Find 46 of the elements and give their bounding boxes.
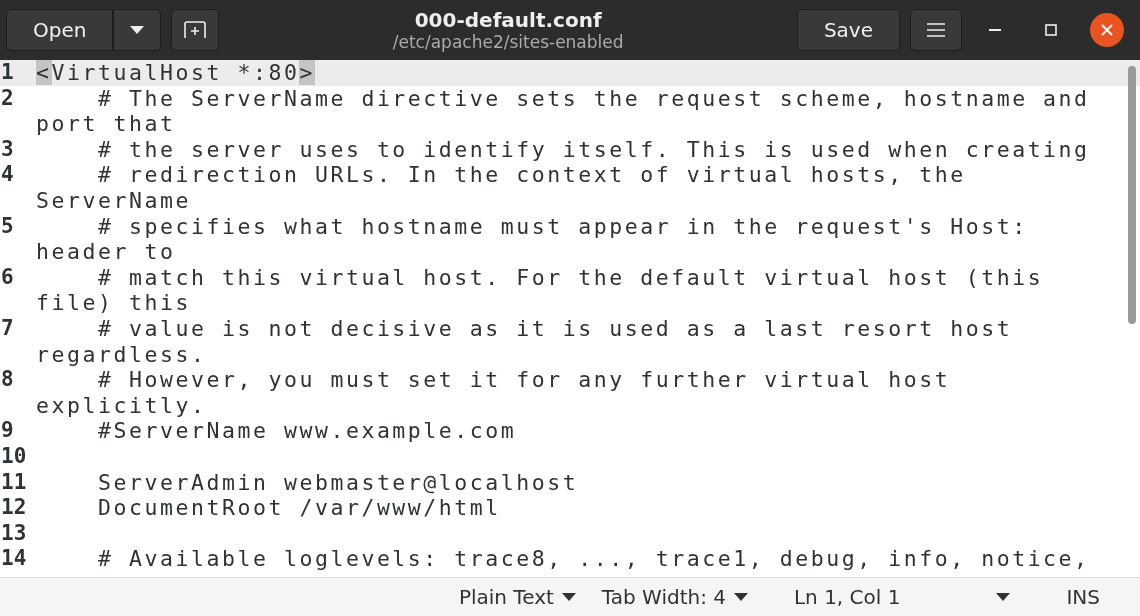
tab-width-selector[interactable]: Tab Width: 4 <box>591 585 758 609</box>
line-number: 2 <box>0 85 15 112</box>
code-line: <VirtualHost *:80> <box>36 60 316 86</box>
file-path: /etc/apache2/sites-enabled <box>392 32 624 52</box>
code-line: # the server uses to identify itself. This is used when creating <box>96 136 1091 163</box>
caret-icon <box>130 26 145 34</box>
new-tab-icon <box>184 21 207 39</box>
line-number: 13 <box>0 520 28 547</box>
line-number: 4 <box>0 162 15 189</box>
scrollbar[interactable] <box>1128 66 1136 324</box>
line-number: 9 <box>0 418 15 444</box>
close-icon <box>1101 24 1113 36</box>
open-menu-button[interactable] <box>113 9 162 51</box>
line-number: 5 <box>0 213 15 240</box>
code-line: # Available loglevels: trace8, ..., trace1, debug, info, notice, <box>96 546 1091 572</box>
line-number: 8 <box>0 367 15 394</box>
line-number: 14 <box>0 546 28 572</box>
code-line: # value is not decisive as it is used as a last resort host regardless. <box>36 315 1014 368</box>
code-line: DocumentRoot /var/www/html <box>96 495 502 521</box>
maximize-icon <box>1045 24 1057 36</box>
caret-icon <box>996 593 1011 601</box>
code-line: # specifies what hostname must appear in the request's Host: header to <box>36 213 1029 265</box>
line-number: 1 <box>0 60 15 86</box>
line-number: 12 <box>0 495 28 521</box>
code-line: # However, you must set it for any further virtual host explicitly. <box>36 367 952 419</box>
code-line: #ServerName www.example.com <box>96 418 518 444</box>
language-selector[interactable]: Plain Text <box>448 585 586 609</box>
caret-icon <box>733 593 748 601</box>
open-button[interactable]: Open <box>6 9 114 51</box>
code-line: # match this virtual host. For the default virtual host (this file) this <box>36 264 1045 316</box>
line-number: 10 <box>0 443 28 470</box>
minimize-icon <box>989 29 1001 31</box>
menu-icon <box>927 23 945 37</box>
menu-button[interactable] <box>910 9 962 51</box>
close-button[interactable] <box>1090 13 1124 47</box>
window-title: 000-default.conf <box>414 8 602 32</box>
insert-mode: INS <box>1065 585 1101 609</box>
new-tab-button[interactable] <box>171 9 220 51</box>
line-number: 3 <box>0 136 15 163</box>
line-number: 6 <box>0 264 15 291</box>
line-number: 7 <box>0 315 15 342</box>
code-line: # redirection URLs. In the context of virtual hosts, the ServerName <box>36 162 967 214</box>
save-button[interactable]: Save <box>796 9 900 51</box>
caret-icon <box>561 593 576 601</box>
cursor-position: Ln 1, Col 1 <box>792 585 902 609</box>
line-number: 11 <box>0 469 28 496</box>
